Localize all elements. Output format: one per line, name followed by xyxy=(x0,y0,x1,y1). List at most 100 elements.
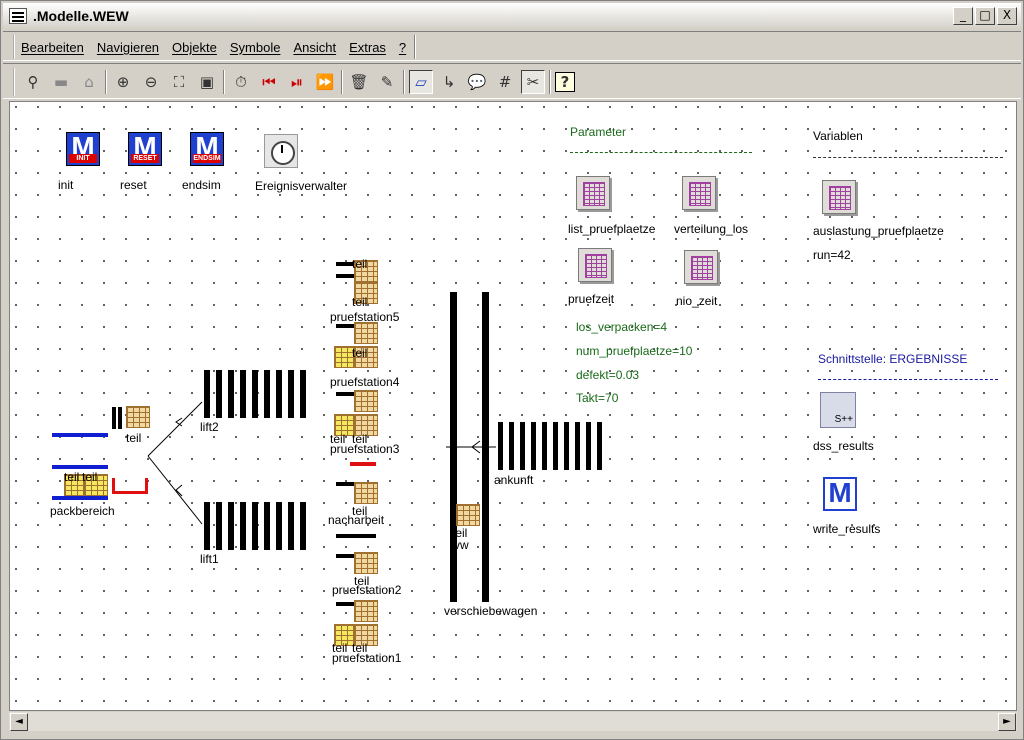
pruefzeit-table-icon[interactable] xyxy=(578,248,612,282)
verschiebewagen-rail[interactable] xyxy=(450,292,457,602)
event-controller-label: Ereignisverwalter xyxy=(255,179,348,193)
menu-bearbeiten[interactable]: Bearbeiten xyxy=(21,40,84,55)
init-method-icon[interactable]: INIT xyxy=(66,131,100,166)
menu-end-divider xyxy=(414,35,417,59)
pruefstation2-label: pruefstation2 xyxy=(332,583,402,597)
variablen-divider xyxy=(813,157,1003,158)
station4-part-icon[interactable] xyxy=(354,322,378,344)
packbereich-line xyxy=(52,496,108,500)
list-pruefplaetze-table-icon[interactable] xyxy=(576,176,610,210)
zoom-out-icon[interactable]: ⊖ xyxy=(139,70,163,94)
toolbar-divider xyxy=(105,70,107,94)
ankunft-conveyor[interactable] xyxy=(498,422,608,470)
pruefstation4-label: pruefstation4 xyxy=(330,375,400,389)
screen-icon[interactable]: ▣ xyxy=(195,70,219,94)
takt-value[interactable]: Takt=70 xyxy=(576,391,618,405)
nacharbeit-label: nacharbeit xyxy=(328,513,385,527)
part-label: teil xyxy=(64,470,80,484)
lift1-conveyor[interactable] xyxy=(204,502,312,550)
part-label: teil xyxy=(82,470,98,484)
station2-part-icon[interactable] xyxy=(354,552,378,574)
menu-ansicht[interactable]: Ansicht xyxy=(293,40,336,55)
endsim-method-icon[interactable]: ENDSIM xyxy=(190,131,224,166)
comment-icon[interactable]: 💬 xyxy=(465,70,489,94)
toolbar-divider xyxy=(223,70,225,94)
main-window: .Modelle.WEW _ □ X Bearbeiten Navigieren… xyxy=(0,0,1024,740)
num-pruefplaetze-value[interactable]: num_pruefplaetze=10 xyxy=(576,344,692,358)
source-bar xyxy=(112,407,116,429)
pruefstation1-label: pruefstation1 xyxy=(332,651,402,665)
source-bar xyxy=(118,407,122,429)
scroll-left-button[interactable]: ◄ xyxy=(10,713,28,731)
verschiebewagen-label: verschiebewagen xyxy=(444,604,538,618)
packbereich-label: packbereich xyxy=(50,504,115,518)
station1-part-icon[interactable] xyxy=(354,600,378,622)
init-tag: INIT xyxy=(69,154,97,163)
interface-divider xyxy=(818,379,998,380)
verschiebewagen-rail[interactable] xyxy=(482,292,489,602)
scroll-right-button[interactable]: ► xyxy=(998,713,1016,731)
help-icon[interactable]: ? xyxy=(555,72,575,92)
interface-header: Schnittstelle: ERGEBNISSE xyxy=(818,352,968,366)
home-icon[interactable]: ⌂ xyxy=(77,70,101,94)
menu-objekte[interactable]: Objekte xyxy=(172,40,217,55)
toolbar: ⚲ ▬ ⌂ ⊕ ⊖ ⛶ ▣ ⏱ ⏮ ⏯ ⏩ 🗑 ✎ ▱ ↳ 💬 # ✂ ? xyxy=(3,63,1021,99)
run-value[interactable]: run=42 xyxy=(813,248,851,262)
nacharbeit-part-icon[interactable] xyxy=(354,482,378,504)
folder-icon[interactable]: ▬ xyxy=(49,70,73,94)
minimize-button[interactable]: _ xyxy=(953,7,973,25)
verschiebewagen-part-icon[interactable] xyxy=(456,504,480,526)
menu-help[interactable]: ? xyxy=(399,40,406,55)
maximize-button[interactable]: □ xyxy=(975,7,995,25)
app-icon[interactable] xyxy=(9,8,27,24)
rewind-icon[interactable]: ⏮ xyxy=(257,70,281,94)
binoculars-icon[interactable]: ⚲ xyxy=(21,70,45,94)
menu-extras[interactable]: Extras xyxy=(349,40,386,55)
teil-part-icon[interactable] xyxy=(126,406,150,428)
endsim-label: endsim xyxy=(182,178,221,192)
eraser-icon[interactable]: ▱ xyxy=(409,70,433,94)
brush-icon[interactable]: ✎ xyxy=(375,70,399,94)
step-icon[interactable]: ⏯ xyxy=(285,70,309,94)
connector-icon[interactable]: ↳ xyxy=(437,70,461,94)
tools-icon[interactable]: ✂ xyxy=(521,70,545,94)
auslastung-table-icon[interactable] xyxy=(822,180,856,214)
nio-zeit-table-icon[interactable] xyxy=(684,250,718,284)
title-bar[interactable]: .Modelle.WEW _ □ X xyxy=(3,3,1021,29)
timer-icon[interactable]: ⏱ xyxy=(229,70,253,94)
auslastung-label: auslastung_pruefplaetze xyxy=(813,224,944,238)
zoom-fit-icon[interactable]: ⛶ xyxy=(167,70,191,94)
event-controller-icon[interactable] xyxy=(264,134,298,168)
toolbar-divider xyxy=(341,70,343,94)
menu-navigieren[interactable]: Navigieren xyxy=(97,40,159,55)
zoom-in-icon[interactable]: ⊕ xyxy=(111,70,135,94)
connector-lines xyxy=(147,401,496,525)
los-verpacken-value[interactable]: los_verpacken=4 xyxy=(576,320,667,334)
grid-icon[interactable]: # xyxy=(493,70,517,94)
station-line xyxy=(336,534,376,538)
reset-tag: RESET xyxy=(131,154,159,163)
model-canvas[interactable]: INIT init RESET reset ENDSIM endsim Erei… xyxy=(9,101,1017,711)
delete-icon[interactable]: 🗑 xyxy=(347,70,371,94)
lift2-conveyor[interactable] xyxy=(204,370,312,418)
verteilung-los-table-icon[interactable] xyxy=(682,176,716,210)
splus-icon[interactable]: S++ xyxy=(820,392,856,428)
station3-part-icon[interactable] xyxy=(354,390,378,412)
packbereich-bracket xyxy=(112,478,148,494)
menu-bar: Bearbeiten Navigieren Objekte Symbole An… xyxy=(3,31,1021,61)
horizontal-scrollbar[interactable]: ◄ ► xyxy=(9,711,1017,731)
defekt-value[interactable]: defekt=0.03 xyxy=(576,368,639,382)
endsim-tag: ENDSIM xyxy=(193,154,221,163)
packbereich-line xyxy=(52,465,108,469)
init-label: init xyxy=(58,178,74,192)
lift1-label: lift1 xyxy=(200,552,219,566)
pruefstation3-label: pruefstation3 xyxy=(330,442,400,456)
fast-forward-icon[interactable]: ⏩ xyxy=(313,70,337,94)
menu-symbole[interactable]: Symbole xyxy=(230,40,281,55)
write-results-method-icon[interactable] xyxy=(823,477,857,511)
reset-method-icon[interactable]: RESET xyxy=(128,131,162,166)
teil-label: teil xyxy=(126,431,142,445)
toolbar-divider xyxy=(403,70,405,94)
write-results-label: write_results xyxy=(813,522,881,536)
close-button[interactable]: X xyxy=(997,7,1017,25)
